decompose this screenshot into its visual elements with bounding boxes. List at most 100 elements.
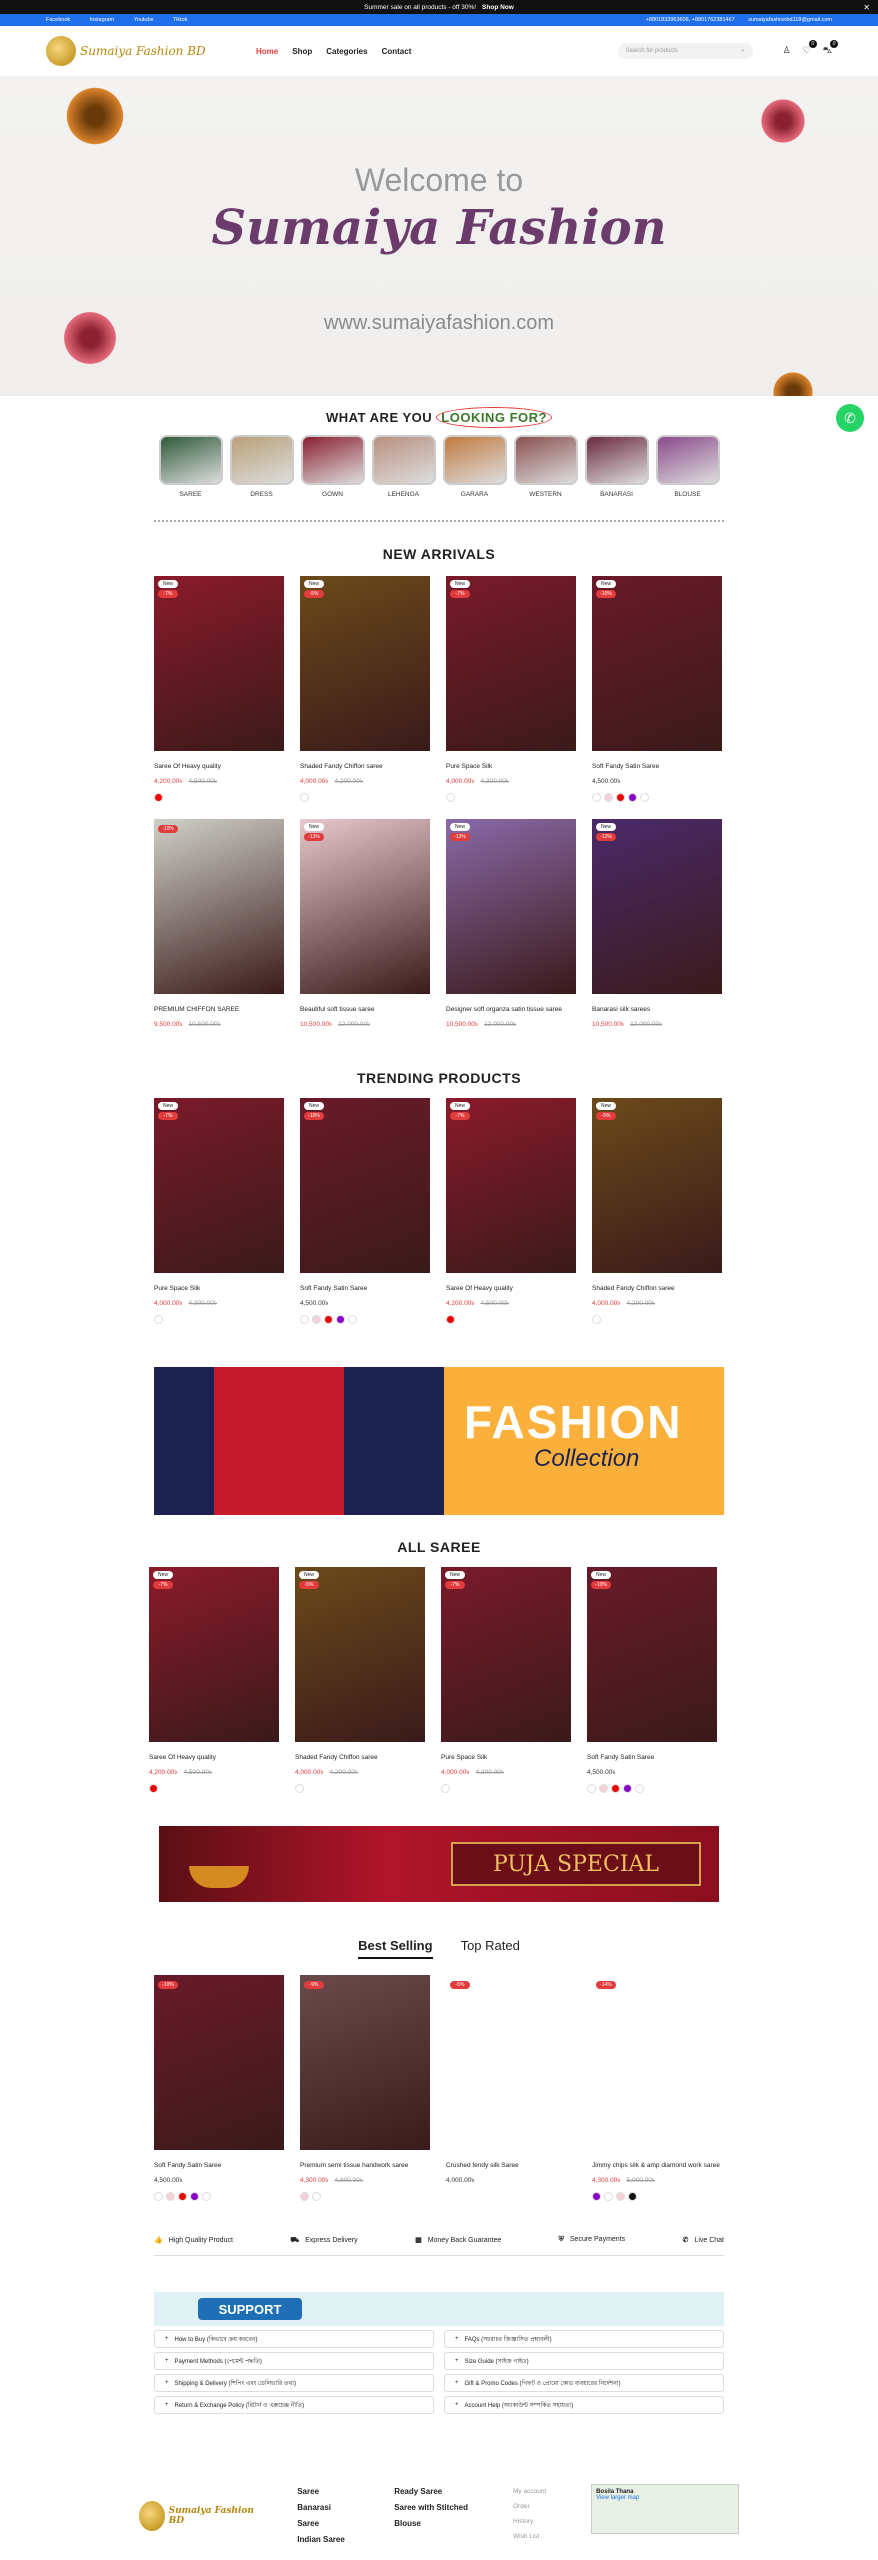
color-swatch[interactable] xyxy=(604,2192,613,2201)
product-card[interactable]: New -5% Shaded Fandy Chiffon saree 4,000.… xyxy=(295,1567,425,1794)
faq-item[interactable]: + How to Buy (কিভাবে ক্রয় করবেন) xyxy=(154,2330,434,2348)
category-image[interactable] xyxy=(300,435,365,485)
faq-item[interactable]: + Size Guide (সাইজ গাইড) xyxy=(444,2352,724,2370)
color-swatch[interactable] xyxy=(154,1315,163,1324)
product-name[interactable]: Soft Fandy Satin Saree xyxy=(592,763,722,770)
category-item[interactable]: LEHENGA xyxy=(371,435,436,498)
color-swatch[interactable] xyxy=(587,1784,596,1793)
map-embed[interactable]: Bosila Thana View larger map xyxy=(591,2484,739,2534)
category-image[interactable] xyxy=(442,435,507,485)
product-card[interactable]: -10% PREMIUM CHIFFON SAREE 9,500.00৳ 10,5… xyxy=(154,819,284,1046)
color-swatch[interactable] xyxy=(616,2192,625,2201)
product-name[interactable]: Saree Of Heavy quality xyxy=(149,1754,279,1761)
product-name[interactable]: Soft Fandy Satin Saree xyxy=(300,1285,430,1292)
color-swatch[interactable] xyxy=(300,1315,309,1324)
footer-link[interactable]: Order History xyxy=(513,2499,551,2529)
product-name[interactable]: Shaded Fandy Chiffon saree xyxy=(300,763,430,770)
footer-link[interactable]: My account xyxy=(513,2484,551,2499)
nav-contact[interactable]: Contact xyxy=(382,47,412,56)
category-item[interactable]: DRESS xyxy=(229,435,294,498)
product-image[interactable]: New -7% xyxy=(446,1098,576,1273)
account-icon[interactable]: ♙ xyxy=(783,45,791,57)
category-image[interactable] xyxy=(158,435,223,485)
close-icon[interactable]: ✕ xyxy=(863,3,870,12)
footer-link[interactable]: Indian Saree xyxy=(297,2532,354,2548)
color-swatch[interactable] xyxy=(592,2192,601,2201)
tab-top-rated[interactable]: Top Rated xyxy=(461,1938,520,1959)
product-image[interactable]: New -7% xyxy=(441,1567,571,1742)
color-swatch[interactable] xyxy=(640,793,649,802)
product-card[interactable]: New -7% Saree Of Heavy quality 4,200.00৳ 4… xyxy=(446,1098,576,1325)
product-name[interactable]: Pure Space Silk xyxy=(441,1754,571,1761)
product-card[interactable]: New -5% Shaded Fandy Chiffon saree 4,000.… xyxy=(592,1098,722,1325)
product-image[interactable]: New -13% xyxy=(592,819,722,994)
color-swatch[interactable] xyxy=(441,1784,450,1793)
color-swatch[interactable] xyxy=(592,1315,601,1324)
color-swatch[interactable] xyxy=(324,1315,333,1324)
color-swatch[interactable] xyxy=(628,793,637,802)
product-card[interactable]: New -7% Pure Space Silk 4,000.00৳ 4,300.00… xyxy=(441,1567,571,1794)
color-swatch[interactable] xyxy=(628,2192,637,2201)
color-swatch[interactable] xyxy=(300,2192,309,2201)
product-name[interactable]: Soft Fandy Satin Saree xyxy=(154,2162,284,2169)
puja-special-banner[interactable]: PUJA SPECIAL xyxy=(159,1826,719,1902)
faq-item[interactable]: + Return & Exchange Policy (রিটার্ন ও এক্… xyxy=(154,2396,434,2414)
color-swatch[interactable] xyxy=(312,1315,321,1324)
color-swatch[interactable] xyxy=(616,793,625,802)
product-card[interactable]: New -10% Soft Fandy Satin Saree 4,500.00৳ xyxy=(300,1098,430,1325)
color-swatch[interactable] xyxy=(178,2192,187,2201)
product-name[interactable]: Shaded Fandy Chiffon saree xyxy=(592,1285,722,1292)
product-image[interactable]: New -5% xyxy=(300,576,430,751)
faq-item[interactable]: + FAQs (সচরাচর জিজ্ঞাসিত প্রশ্নাবলী) xyxy=(444,2330,724,2348)
color-swatch[interactable] xyxy=(592,793,601,802)
product-image[interactable]: New -7% xyxy=(149,1567,279,1742)
tab-best-selling[interactable]: Best Selling xyxy=(358,1938,433,1959)
category-image[interactable] xyxy=(229,435,294,485)
product-name[interactable]: Pure Space Silk xyxy=(154,1285,284,1292)
category-item[interactable]: GARARA xyxy=(442,435,507,498)
product-image[interactable]: New -5% xyxy=(295,1567,425,1742)
product-image[interactable]: New -7% xyxy=(446,576,576,751)
product-image[interactable]: -10% xyxy=(154,819,284,994)
product-card[interactable]: -14% Jimmy chips silk & amp diamond work… xyxy=(592,1975,722,2202)
color-swatch[interactable] xyxy=(599,1784,608,1793)
facebook-link[interactable]: Facebook xyxy=(46,17,70,23)
color-swatch[interactable] xyxy=(336,1315,345,1324)
category-image[interactable] xyxy=(513,435,578,485)
color-swatch[interactable] xyxy=(166,2192,175,2201)
shop-now-link[interactable]: Shop Now xyxy=(482,4,514,11)
color-swatch[interactable] xyxy=(312,2192,321,2201)
product-name[interactable]: Shaded Fandy Chiffon saree xyxy=(295,1754,425,1761)
faq-item[interactable]: + Shipping & Delivery (শিপিং এবং ডেলিভারি… xyxy=(154,2374,434,2392)
hero-banner[interactable]: Welcome to Sumaiya Fashion www.sumaiyafa… xyxy=(0,76,878,396)
cart-icon[interactable]: ⛍ 0 xyxy=(823,40,838,57)
nav-categories[interactable]: Categories xyxy=(326,47,367,56)
color-swatch[interactable] xyxy=(300,793,309,802)
color-swatch[interactable] xyxy=(446,793,455,802)
category-image[interactable] xyxy=(655,435,720,485)
color-swatch[interactable] xyxy=(623,1784,632,1793)
category-item[interactable]: SAREE xyxy=(158,435,223,498)
product-card[interactable]: -10% Soft Fandy Satin Saree 4,500.00৳ xyxy=(154,1975,284,2202)
color-swatch[interactable] xyxy=(635,1784,644,1793)
footer-link[interactable]: Saree with Stitched Blouse xyxy=(394,2500,473,2532)
product-name[interactable]: Crushed fendy silk Saree xyxy=(446,2162,576,2169)
product-card[interactable]: New -13% Designer soft organza satin tiss… xyxy=(446,819,576,1046)
color-swatch[interactable] xyxy=(154,793,163,802)
footer-link[interactable]: Saree xyxy=(297,2484,354,2500)
color-swatch[interactable] xyxy=(348,1315,357,1324)
product-card[interactable]: New -10% Soft Fandy Satin Saree 4,500.00৳ xyxy=(587,1567,717,1794)
faq-item[interactable]: + Gift & Promo Codes (গিফট ও প্রোমো কোড ব… xyxy=(444,2374,724,2392)
footer-link[interactable]: Ready Saree xyxy=(394,2484,473,2500)
product-image[interactable]: -10% xyxy=(154,1975,284,2150)
product-card[interactable]: New -7% Saree Of Heavy quality 4,200.00৳ 4… xyxy=(154,576,284,803)
product-card[interactable]: New -5% Shaded Fandy Chiffon saree 4,000.… xyxy=(300,576,430,803)
product-name[interactable]: Soft Fandy Satin Saree xyxy=(587,1754,717,1761)
product-name[interactable]: Banarasi silk sarees xyxy=(592,1006,722,1013)
product-card[interactable]: New -13% Banarasi silk sarees 10,500.00৳ 1… xyxy=(592,819,722,1046)
footer-link[interactable]: Banarasi Saree xyxy=(297,2500,354,2532)
wishlist-icon[interactable]: ♡ 0 xyxy=(803,40,817,57)
color-swatch[interactable] xyxy=(154,2192,163,2201)
color-swatch[interactable] xyxy=(611,1784,620,1793)
product-image[interactable]: -9% xyxy=(300,1975,430,2150)
